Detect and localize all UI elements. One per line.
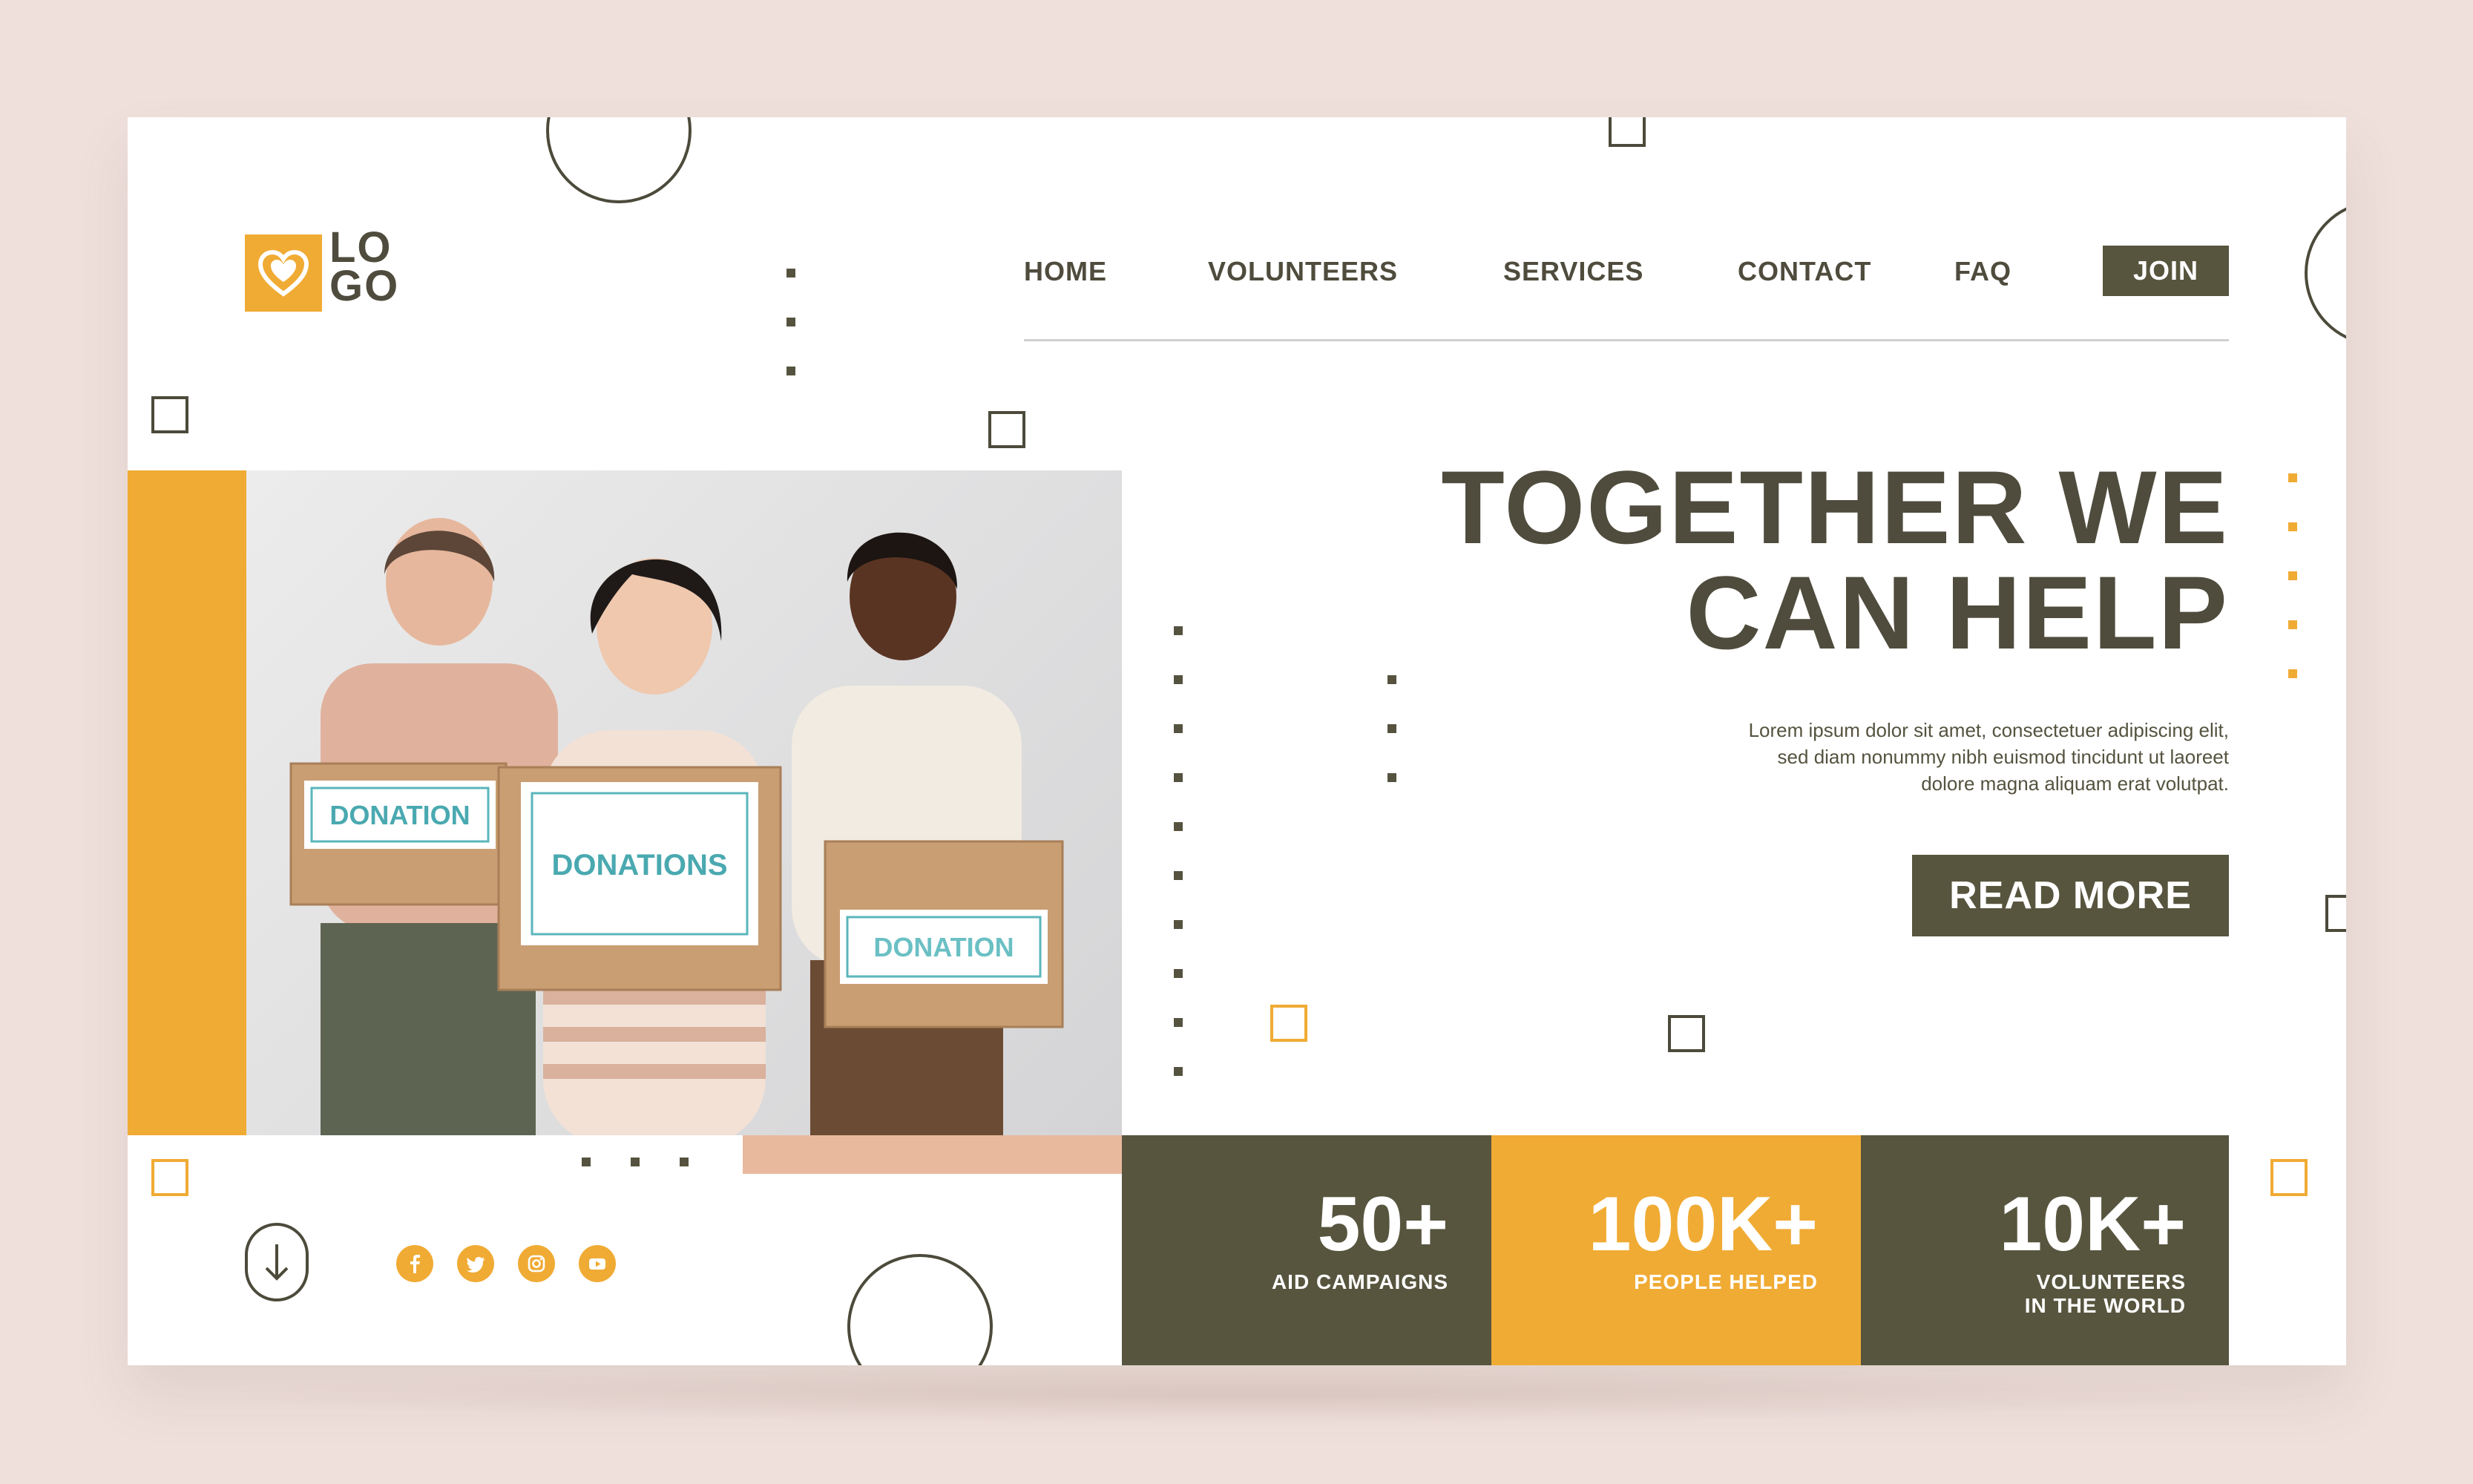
- read-more-button[interactable]: READ MORE: [1912, 855, 2229, 936]
- stat-value: 10K+: [1999, 1181, 2186, 1267]
- join-button[interactable]: JOIN: [2103, 246, 2229, 296]
- twitter-glyph: [467, 1257, 485, 1273]
- nav-services[interactable]: SERVICES: [1503, 256, 1643, 287]
- nav-home[interactable]: HOME: [1024, 256, 1107, 287]
- instagram-glyph: [528, 1255, 545, 1273]
- decor-square: [2325, 895, 2346, 932]
- hero-description-line-3: dolore magna aliquam erat volutpat.: [1921, 772, 2229, 795]
- box-label: DONATION: [329, 800, 470, 830]
- decor-dot: [1174, 871, 1183, 880]
- decor-dot-orange: [2288, 522, 2297, 531]
- facebook-icon[interactable]: [396, 1245, 433, 1282]
- nav-divider: [1024, 339, 2229, 341]
- decor-dot: [1174, 1067, 1183, 1076]
- decor-dot: [631, 1158, 640, 1166]
- twitter-icon[interactable]: [457, 1245, 494, 1282]
- logo-line-2: GO: [329, 262, 400, 310]
- decor-circle: [847, 1254, 993, 1365]
- decor-square: [1668, 1015, 1705, 1052]
- landing-page: LO GO HOME VOLUNTEERS SERVICES CONTACT F…: [128, 117, 2346, 1365]
- logo-text[interactable]: LO GO: [329, 226, 400, 310]
- decor-dot: [786, 269, 795, 278]
- box-label: DONATION: [873, 932, 1014, 962]
- decor-dot: [1387, 773, 1396, 782]
- facebook-glyph: [410, 1255, 420, 1273]
- stat-label: VOLUNTEERS IN THE WORLD: [1861, 1270, 2186, 1318]
- decor-dot: [1174, 969, 1183, 978]
- box-label: DONATIONS: [551, 849, 727, 881]
- decor-square: [1609, 117, 1646, 147]
- decor-dot-orange: [2288, 669, 2297, 678]
- nav-volunteers[interactable]: VOLUNTEERS: [1208, 256, 1398, 287]
- stat-aid-campaigns: 50+ AID CAMPAIGNS: [1122, 1135, 1491, 1365]
- hero-description-line-2: sed diam nonummy nibh euismod tincidunt …: [1777, 746, 2229, 768]
- stat-volunteers: 10K+ VOLUNTEERS IN THE WORLD: [1861, 1135, 2229, 1365]
- decor-dot: [680, 1158, 689, 1166]
- hero-description: Lorem ipsum dolor sit amet, consectetuer…: [1591, 717, 2229, 797]
- hero-title-line-2: CAN HELP: [1686, 554, 2229, 671]
- stat-label-line-1: VOLUNTEERS: [2036, 1270, 2186, 1293]
- arrow-down-icon: [265, 1244, 289, 1281]
- nav-faq[interactable]: FAQ: [1954, 256, 2011, 287]
- decor-dot: [1174, 724, 1183, 733]
- stat-label: AID CAMPAIGNS: [1271, 1270, 1448, 1293]
- decor-dot: [1174, 675, 1183, 684]
- hero-title-line-1: TOGETHER WE: [1441, 449, 2229, 565]
- scroll-down-button[interactable]: [245, 1223, 309, 1301]
- decor-dot: [1387, 724, 1396, 733]
- decor-dot: [1174, 773, 1183, 782]
- stat-people-helped: 100K+ PEOPLE HELPED: [1491, 1135, 1861, 1365]
- stat-label-line-2: IN THE WORLD: [2024, 1294, 2186, 1317]
- volunteers-illustration: DONATION DONATION DONATIONS: [289, 518, 1064, 1135]
- decor-dot: [786, 367, 795, 375]
- decor-dot: [1387, 675, 1396, 684]
- hero-title: TOGETHER WE CAN HELP: [1441, 455, 2229, 666]
- decor-square-orange: [2270, 1159, 2308, 1196]
- accent-strip: [743, 1135, 1122, 1174]
- heart-icon: [257, 249, 309, 297]
- hero-description-line-1: Lorem ipsum dolor sit amet, consectetuer…: [1748, 719, 2229, 741]
- decor-dot: [1174, 920, 1183, 929]
- decor-square: [988, 411, 1025, 448]
- decor-square-orange: [151, 1159, 188, 1196]
- youtube-icon[interactable]: [579, 1245, 616, 1282]
- stat-value: 100K+: [1588, 1181, 1818, 1267]
- card-shadow: [193, 1365, 2293, 1425]
- decor-dot: [1174, 822, 1183, 831]
- decor-square: [151, 396, 188, 433]
- decor-dot-orange: [2288, 620, 2297, 629]
- decor-dot-orange: [2288, 571, 2297, 580]
- decor-dot: [582, 1158, 591, 1166]
- decor-circle: [2305, 200, 2346, 346]
- accent-bar: [128, 470, 246, 1135]
- youtube-glyph: [589, 1258, 605, 1270]
- decor-circle: [546, 117, 692, 203]
- decor-dot: [1174, 1018, 1183, 1027]
- stat-label: PEOPLE HELPED: [1634, 1270, 1818, 1293]
- decor-dot-orange: [2288, 473, 2297, 482]
- nav-contact[interactable]: CONTACT: [1738, 256, 1871, 287]
- decor-dot: [786, 318, 795, 326]
- stat-value: 50+: [1317, 1181, 1448, 1267]
- decor-dot: [1174, 626, 1183, 635]
- hero-photo: DONATION DONATION DONATIONS: [246, 470, 1122, 1135]
- decor-square-orange: [1270, 1005, 1307, 1042]
- logo-mark[interactable]: [245, 234, 322, 312]
- instagram-icon[interactable]: [518, 1245, 555, 1282]
